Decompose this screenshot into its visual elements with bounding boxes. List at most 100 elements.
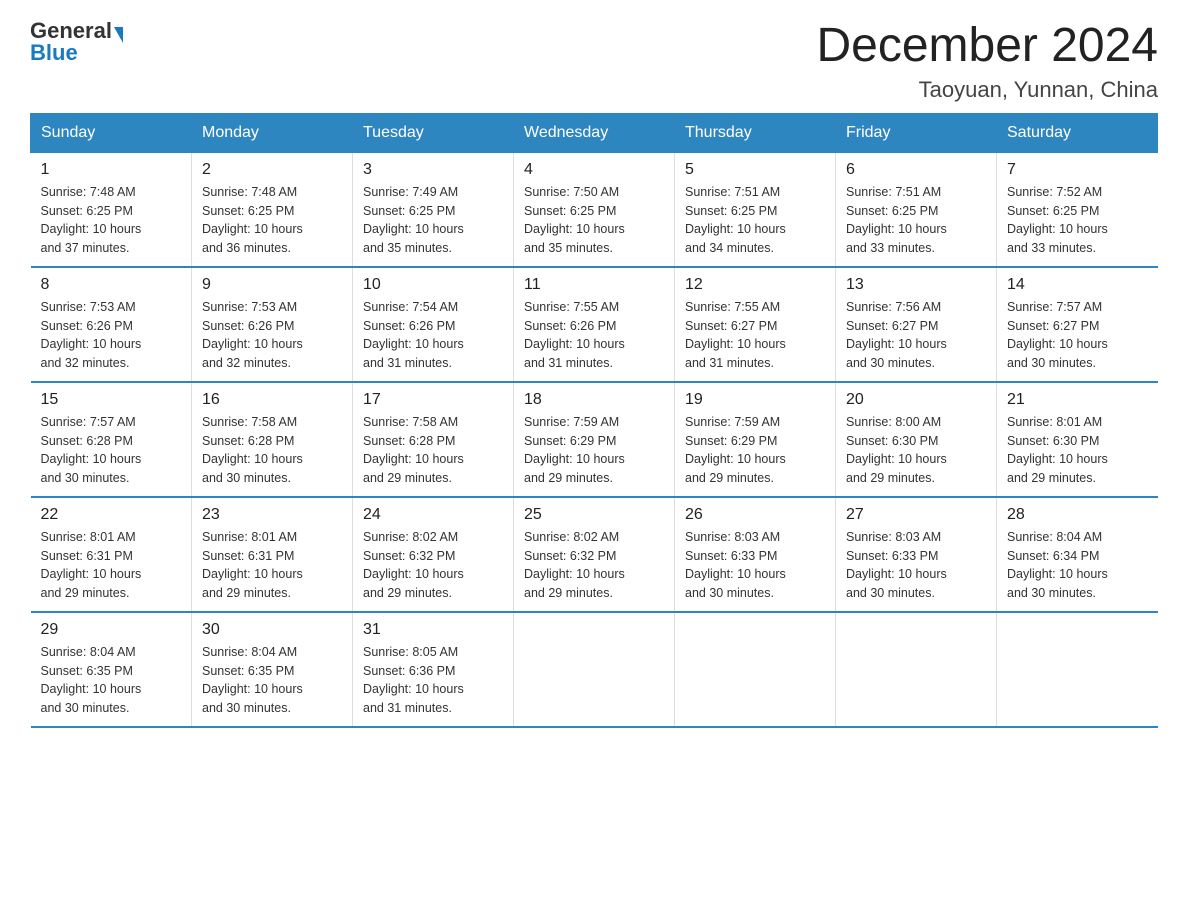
calendar-day-cell: 15 Sunrise: 7:57 AM Sunset: 6:28 PM Dayl… bbox=[31, 382, 192, 497]
day-info: Sunrise: 7:52 AM Sunset: 6:25 PM Dayligh… bbox=[1007, 183, 1148, 258]
month-title: December 2024 bbox=[816, 20, 1158, 73]
day-info: Sunrise: 7:58 AM Sunset: 6:28 PM Dayligh… bbox=[202, 413, 342, 488]
calendar-day-cell: 6 Sunrise: 7:51 AM Sunset: 6:25 PM Dayli… bbox=[836, 152, 997, 267]
day-info: Sunrise: 7:48 AM Sunset: 6:25 PM Dayligh… bbox=[202, 183, 342, 258]
calendar-week-row: 29 Sunrise: 8:04 AM Sunset: 6:35 PM Dayl… bbox=[31, 612, 1158, 727]
calendar-day-cell: 13 Sunrise: 7:56 AM Sunset: 6:27 PM Dayl… bbox=[836, 267, 997, 382]
calendar-body: 1 Sunrise: 7:48 AM Sunset: 6:25 PM Dayli… bbox=[31, 152, 1158, 727]
weekday-header: Monday bbox=[192, 113, 353, 152]
header-row: SundayMondayTuesdayWednesdayThursdayFrid… bbox=[31, 113, 1158, 152]
day-info: Sunrise: 8:00 AM Sunset: 6:30 PM Dayligh… bbox=[846, 413, 986, 488]
calendar-day-cell: 28 Sunrise: 8:04 AM Sunset: 6:34 PM Dayl… bbox=[997, 497, 1158, 612]
day-number: 29 bbox=[41, 621, 182, 639]
day-number: 16 bbox=[202, 391, 342, 409]
calendar-day-cell: 27 Sunrise: 8:03 AM Sunset: 6:33 PM Dayl… bbox=[836, 497, 997, 612]
calendar-day-cell: 9 Sunrise: 7:53 AM Sunset: 6:26 PM Dayli… bbox=[192, 267, 353, 382]
title-block: December 2024 Taoyuan, Yunnan, China bbox=[816, 20, 1158, 103]
calendar-day-cell: 21 Sunrise: 8:01 AM Sunset: 6:30 PM Dayl… bbox=[997, 382, 1158, 497]
page-header: General Blue December 2024 Taoyuan, Yunn… bbox=[30, 20, 1158, 103]
calendar-day-cell: 26 Sunrise: 8:03 AM Sunset: 6:33 PM Dayl… bbox=[675, 497, 836, 612]
day-info: Sunrise: 7:53 AM Sunset: 6:26 PM Dayligh… bbox=[202, 298, 342, 373]
day-number: 30 bbox=[202, 621, 342, 639]
calendar-day-cell: 5 Sunrise: 7:51 AM Sunset: 6:25 PM Dayli… bbox=[675, 152, 836, 267]
day-number: 5 bbox=[685, 161, 825, 179]
day-number: 18 bbox=[524, 391, 664, 409]
calendar-day-cell: 18 Sunrise: 7:59 AM Sunset: 6:29 PM Dayl… bbox=[514, 382, 675, 497]
calendar-day-cell: 14 Sunrise: 7:57 AM Sunset: 6:27 PM Dayl… bbox=[997, 267, 1158, 382]
day-info: Sunrise: 8:03 AM Sunset: 6:33 PM Dayligh… bbox=[685, 528, 825, 603]
calendar-day-cell: 2 Sunrise: 7:48 AM Sunset: 6:25 PM Dayli… bbox=[192, 152, 353, 267]
day-number: 19 bbox=[685, 391, 825, 409]
calendar-day-cell bbox=[675, 612, 836, 727]
weekday-header: Sunday bbox=[31, 113, 192, 152]
calendar-day-cell bbox=[997, 612, 1158, 727]
day-info: Sunrise: 7:51 AM Sunset: 6:25 PM Dayligh… bbox=[685, 183, 825, 258]
calendar-day-cell bbox=[514, 612, 675, 727]
day-info: Sunrise: 7:55 AM Sunset: 6:27 PM Dayligh… bbox=[685, 298, 825, 373]
day-info: Sunrise: 7:49 AM Sunset: 6:25 PM Dayligh… bbox=[363, 183, 503, 258]
day-number: 8 bbox=[41, 276, 182, 294]
day-number: 27 bbox=[846, 506, 986, 524]
day-info: Sunrise: 7:54 AM Sunset: 6:26 PM Dayligh… bbox=[363, 298, 503, 373]
calendar-header: SundayMondayTuesdayWednesdayThursdayFrid… bbox=[31, 113, 1158, 152]
calendar-day-cell: 8 Sunrise: 7:53 AM Sunset: 6:26 PM Dayli… bbox=[31, 267, 192, 382]
day-number: 7 bbox=[1007, 161, 1148, 179]
day-number: 2 bbox=[202, 161, 342, 179]
day-info: Sunrise: 7:48 AM Sunset: 6:25 PM Dayligh… bbox=[41, 183, 182, 258]
day-number: 20 bbox=[846, 391, 986, 409]
calendar-day-cell: 29 Sunrise: 8:04 AM Sunset: 6:35 PM Dayl… bbox=[31, 612, 192, 727]
day-info: Sunrise: 7:57 AM Sunset: 6:27 PM Dayligh… bbox=[1007, 298, 1148, 373]
day-info: Sunrise: 8:01 AM Sunset: 6:31 PM Dayligh… bbox=[41, 528, 182, 603]
day-info: Sunrise: 8:04 AM Sunset: 6:35 PM Dayligh… bbox=[41, 643, 182, 718]
logo: General Blue bbox=[30, 20, 123, 64]
day-info: Sunrise: 8:01 AM Sunset: 6:30 PM Dayligh… bbox=[1007, 413, 1148, 488]
weekday-header: Friday bbox=[836, 113, 997, 152]
calendar-day-cell: 1 Sunrise: 7:48 AM Sunset: 6:25 PM Dayli… bbox=[31, 152, 192, 267]
calendar-week-row: 8 Sunrise: 7:53 AM Sunset: 6:26 PM Dayli… bbox=[31, 267, 1158, 382]
day-number: 28 bbox=[1007, 506, 1148, 524]
calendar-week-row: 22 Sunrise: 8:01 AM Sunset: 6:31 PM Dayl… bbox=[31, 497, 1158, 612]
day-info: Sunrise: 7:57 AM Sunset: 6:28 PM Dayligh… bbox=[41, 413, 182, 488]
calendar-day-cell: 25 Sunrise: 8:02 AM Sunset: 6:32 PM Dayl… bbox=[514, 497, 675, 612]
day-number: 12 bbox=[685, 276, 825, 294]
day-info: Sunrise: 7:59 AM Sunset: 6:29 PM Dayligh… bbox=[685, 413, 825, 488]
day-number: 23 bbox=[202, 506, 342, 524]
calendar-day-cell: 11 Sunrise: 7:55 AM Sunset: 6:26 PM Dayl… bbox=[514, 267, 675, 382]
day-info: Sunrise: 8:04 AM Sunset: 6:34 PM Dayligh… bbox=[1007, 528, 1148, 603]
day-number: 17 bbox=[363, 391, 503, 409]
day-info: Sunrise: 7:53 AM Sunset: 6:26 PM Dayligh… bbox=[41, 298, 182, 373]
calendar-day-cell: 12 Sunrise: 7:55 AM Sunset: 6:27 PM Dayl… bbox=[675, 267, 836, 382]
calendar-day-cell bbox=[836, 612, 997, 727]
day-info: Sunrise: 8:01 AM Sunset: 6:31 PM Dayligh… bbox=[202, 528, 342, 603]
logo-blue: Blue bbox=[30, 40, 78, 65]
weekday-header: Saturday bbox=[997, 113, 1158, 152]
calendar-day-cell: 19 Sunrise: 7:59 AM Sunset: 6:29 PM Dayl… bbox=[675, 382, 836, 497]
day-number: 1 bbox=[41, 161, 182, 179]
day-number: 11 bbox=[524, 276, 664, 294]
day-number: 25 bbox=[524, 506, 664, 524]
day-info: Sunrise: 7:58 AM Sunset: 6:28 PM Dayligh… bbox=[363, 413, 503, 488]
weekday-header: Thursday bbox=[675, 113, 836, 152]
calendar-day-cell: 31 Sunrise: 8:05 AM Sunset: 6:36 PM Dayl… bbox=[353, 612, 514, 727]
day-info: Sunrise: 7:56 AM Sunset: 6:27 PM Dayligh… bbox=[846, 298, 986, 373]
calendar-day-cell: 30 Sunrise: 8:04 AM Sunset: 6:35 PM Dayl… bbox=[192, 612, 353, 727]
day-number: 4 bbox=[524, 161, 664, 179]
calendar-week-row: 15 Sunrise: 7:57 AM Sunset: 6:28 PM Dayl… bbox=[31, 382, 1158, 497]
calendar-day-cell: 4 Sunrise: 7:50 AM Sunset: 6:25 PM Dayli… bbox=[514, 152, 675, 267]
day-info: Sunrise: 8:04 AM Sunset: 6:35 PM Dayligh… bbox=[202, 643, 342, 718]
weekday-header: Tuesday bbox=[353, 113, 514, 152]
location-title: Taoyuan, Yunnan, China bbox=[816, 77, 1158, 103]
day-number: 21 bbox=[1007, 391, 1148, 409]
calendar-day-cell: 10 Sunrise: 7:54 AM Sunset: 6:26 PM Dayl… bbox=[353, 267, 514, 382]
calendar-table: SundayMondayTuesdayWednesdayThursdayFrid… bbox=[30, 113, 1158, 728]
calendar-day-cell: 16 Sunrise: 7:58 AM Sunset: 6:28 PM Dayl… bbox=[192, 382, 353, 497]
calendar-day-cell: 22 Sunrise: 8:01 AM Sunset: 6:31 PM Dayl… bbox=[31, 497, 192, 612]
day-number: 14 bbox=[1007, 276, 1148, 294]
day-number: 9 bbox=[202, 276, 342, 294]
day-number: 10 bbox=[363, 276, 503, 294]
day-info: Sunrise: 7:59 AM Sunset: 6:29 PM Dayligh… bbox=[524, 413, 664, 488]
calendar-day-cell: 20 Sunrise: 8:00 AM Sunset: 6:30 PM Dayl… bbox=[836, 382, 997, 497]
day-number: 24 bbox=[363, 506, 503, 524]
day-number: 15 bbox=[41, 391, 182, 409]
day-info: Sunrise: 7:51 AM Sunset: 6:25 PM Dayligh… bbox=[846, 183, 986, 258]
